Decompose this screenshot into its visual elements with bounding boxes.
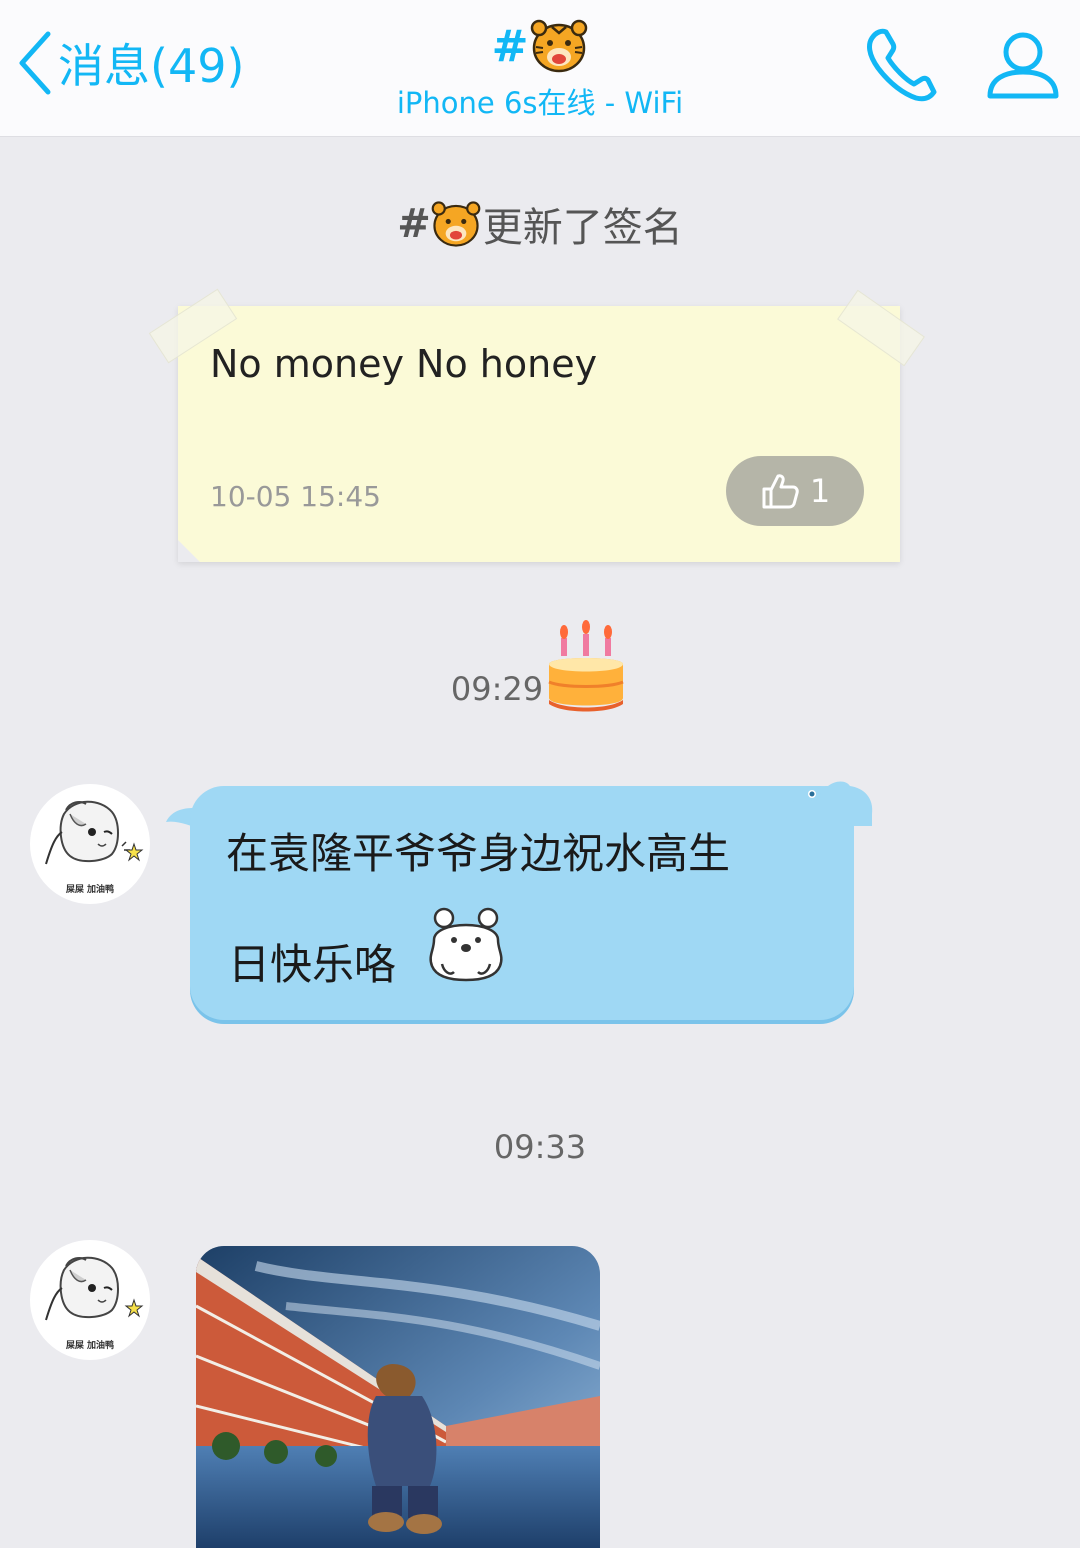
message-timestamp: 09:29 — [0, 606, 1080, 716]
contact-name-hash: # — [491, 20, 529, 72]
profile-button[interactable] — [978, 22, 1068, 112]
signature-update-notice: # 更新了签名 — [0, 195, 1080, 253]
hippo-bubble-decoration — [786, 781, 873, 826]
birthday-cake-icon — [548, 620, 624, 712]
message-bubble[interactable]: 在袁隆平爷爷身边祝水高生 日快乐咯 — [164, 772, 876, 1032]
page-fold-decoration — [178, 540, 200, 562]
tiger-face-icon — [431, 201, 481, 247]
image-message[interactable] — [196, 1246, 600, 1548]
avatar-caption: 屎屎 加油鸭 — [65, 885, 115, 895]
message-timestamp: 09:33 — [493, 1128, 587, 1166]
avatar-caption: 屎屎 加油鸭 — [65, 1341, 115, 1351]
message-text-line: 在袁隆平爷爷身边祝水高生 — [226, 829, 731, 878]
thumbs-up-icon — [762, 474, 799, 509]
message-text-line: 日快乐咯 — [228, 940, 397, 989]
chat-header: 消息(49) # iPhone 6s在线 - WiFi — [0, 0, 1080, 137]
photo-teddy-bear-at-school — [196, 1246, 600, 1548]
call-button[interactable] — [858, 22, 948, 112]
signature-text: No money No honey — [210, 342, 598, 386]
person-icon — [987, 32, 1059, 99]
timestamp-text: 09:29 — [450, 670, 544, 708]
avatar[interactable]: 屎屎 加油鸭 — [30, 784, 150, 904]
back-button[interactable]: 消息(49) — [14, 28, 244, 98]
online-status: iPhone 6s在线 - WiFi — [396, 86, 684, 120]
phone-icon — [867, 28, 937, 102]
chat-title: # iPhone 6s在线 - WiFi — [290, 14, 790, 122]
signature-card[interactable]: No money No honey 10-05 15:45 1 — [148, 288, 925, 562]
back-label: 消息(49) — [58, 39, 245, 93]
like-count: 1 — [809, 472, 831, 510]
bubble-body: 在袁隆平爷爷身边祝水高生 日快乐咯 — [190, 786, 854, 1020]
chevron-left-icon — [19, 31, 51, 95]
notice-text: 更新了签名 — [482, 205, 683, 251]
notice-contact-hash: # — [397, 201, 431, 247]
avatar[interactable]: 屎屎 加油鸭 — [30, 1240, 150, 1360]
tiger-face-icon — [531, 19, 588, 73]
polar-bear-sticker-icon — [429, 907, 503, 982]
like-button[interactable]: 1 — [726, 456, 864, 526]
tape-decoration — [837, 289, 925, 367]
signature-timestamp: 10-05 15:45 — [210, 480, 381, 513]
